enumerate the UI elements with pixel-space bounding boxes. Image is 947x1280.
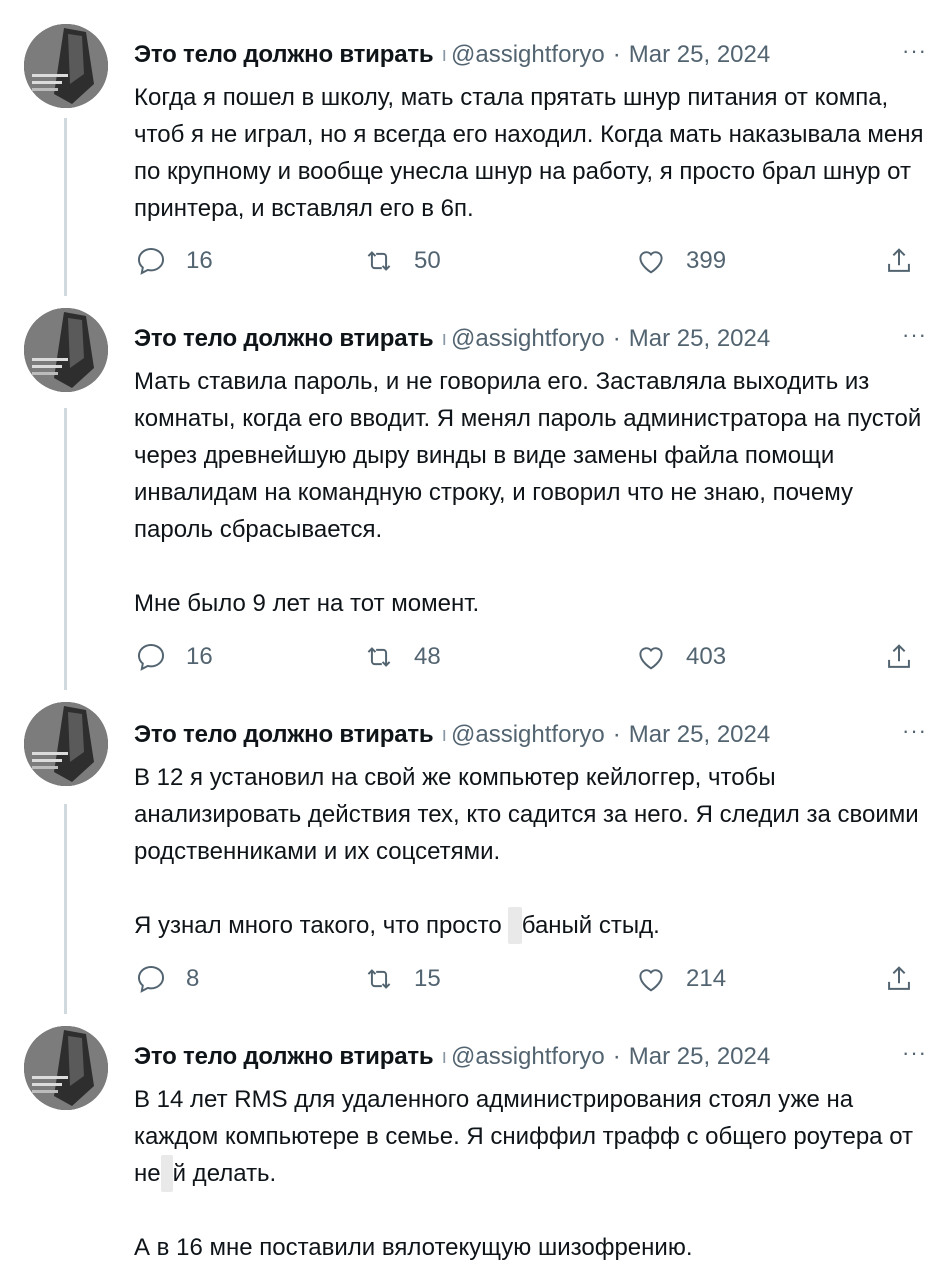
tweet-date[interactable]: Mar 25, 2024 — [629, 325, 770, 353]
like-button[interactable]: 403 — [634, 640, 726, 674]
more-options-icon[interactable]: ··· — [902, 718, 927, 744]
author-name[interactable]: Это тело должно втирать — [134, 721, 434, 749]
separator-dot: · — [612, 1043, 621, 1070]
author-handle[interactable]: @assightforyo — [451, 721, 605, 749]
like-count: 403 — [686, 643, 727, 670]
verified-divider: ı — [441, 327, 448, 350]
reply-count: 8 — [186, 965, 200, 992]
share-icon — [888, 248, 910, 272]
like-button[interactable]: 214 — [634, 962, 726, 996]
reply-button[interactable]: 16 — [134, 244, 213, 278]
tweet-text: Мать ставила пароль, и не говорила его. … — [134, 368, 922, 617]
like-count: 399 — [686, 247, 727, 274]
retweet-count: 48 — [414, 643, 441, 670]
more-options-icon[interactable]: ··· — [902, 1040, 927, 1066]
tweet-actions: 16 50 399 — [134, 244, 924, 278]
tweet[interactable]: Это тело должно втирать ı @assightforyo … — [0, 702, 947, 1012]
tweet-header: Это тело должно втирать ı @assightforyo … — [134, 322, 927, 354]
share-button[interactable] — [882, 962, 934, 996]
retweet-count: 50 — [414, 247, 441, 274]
heart-icon — [639, 647, 663, 670]
reply-button[interactable]: 16 — [134, 640, 213, 674]
author-name[interactable]: Это тело должно втирать — [134, 1043, 434, 1071]
retweet-icon — [367, 251, 391, 271]
verified-divider: ı — [441, 43, 448, 66]
avatar[interactable] — [24, 308, 108, 392]
avatar[interactable] — [24, 702, 108, 786]
share-icon — [888, 644, 910, 668]
censored-letter: х — [160, 1155, 173, 1192]
retweet-button[interactable]: 15 — [362, 962, 441, 996]
retweet-icon — [367, 969, 391, 989]
tweet-date[interactable]: Mar 25, 2024 — [629, 1043, 770, 1071]
tweet-header: Это тело должно втирать ı @assightforyo … — [134, 1040, 927, 1072]
like-button[interactable]: 399 — [634, 244, 726, 278]
heart-icon — [639, 969, 663, 992]
author-name[interactable]: Это тело должно втирать — [134, 41, 434, 69]
tweet-text-part: й делать. А в 16 мне поставили вялотекущ… — [134, 1160, 693, 1261]
tweet-text: Когда я пошел в школу, мать стала прятат… — [134, 84, 924, 222]
tweet-header: Это тело должно втирать ı @assightforyo … — [134, 38, 927, 70]
share-button[interactable] — [882, 244, 934, 278]
tweet-actions: 8 15 214 — [134, 962, 924, 996]
author-handle[interactable]: @assightforyo — [451, 325, 605, 353]
author-handle[interactable]: @assightforyo — [451, 41, 605, 69]
separator-dot: · — [612, 41, 621, 68]
reply-button[interactable]: 8 — [134, 962, 199, 996]
verified-divider: ı — [441, 723, 448, 746]
tweet[interactable]: Это тело должно втирать ı @assightforyo … — [0, 1024, 947, 1280]
tweet-date[interactable]: Mar 25, 2024 — [629, 41, 770, 69]
avatar[interactable] — [24, 24, 108, 108]
tweet-header: Это тело должно втирать ı @assightforyo … — [134, 718, 927, 750]
reply-count: 16 — [186, 643, 213, 670]
heart-icon — [639, 251, 663, 274]
author-handle[interactable]: @assightforyo — [451, 1043, 605, 1071]
share-icon — [888, 966, 910, 990]
author-name[interactable]: Это тело должно втирать — [134, 325, 434, 353]
tweet-text-part: баный стыд. — [521, 912, 660, 939]
tweet-text: В 14 лет RMS для удаленного администриро… — [134, 1081, 934, 1266]
separator-dot: · — [612, 721, 621, 748]
reply-icon — [137, 643, 165, 671]
retweet-count: 15 — [414, 965, 441, 992]
verified-divider: ı — [441, 1045, 448, 1068]
tweet-text: В 12 я установил на свой же компьютер ке… — [134, 759, 934, 944]
retweet-button[interactable]: 50 — [362, 244, 441, 278]
tweet-actions: 16 48 403 — [134, 640, 924, 674]
reply-count: 16 — [186, 247, 213, 274]
more-options-icon[interactable]: ··· — [902, 322, 927, 348]
like-count: 214 — [686, 965, 727, 992]
censored-letter: е — [508, 907, 522, 944]
more-options-icon[interactable]: ··· — [902, 38, 927, 64]
share-button[interactable] — [882, 640, 934, 674]
tweet-date[interactable]: Mar 25, 2024 — [629, 721, 770, 749]
reply-icon — [137, 965, 165, 993]
tweet[interactable]: Это тело должно втирать ı @assightforyo … — [0, 306, 947, 686]
reply-icon — [137, 247, 165, 275]
tweet[interactable]: Это тело должно втирать ı @assightforyo … — [0, 22, 947, 292]
retweet-icon — [367, 647, 391, 667]
separator-dot: · — [612, 325, 621, 352]
avatar[interactable] — [24, 1026, 108, 1110]
retweet-button[interactable]: 48 — [362, 640, 441, 674]
